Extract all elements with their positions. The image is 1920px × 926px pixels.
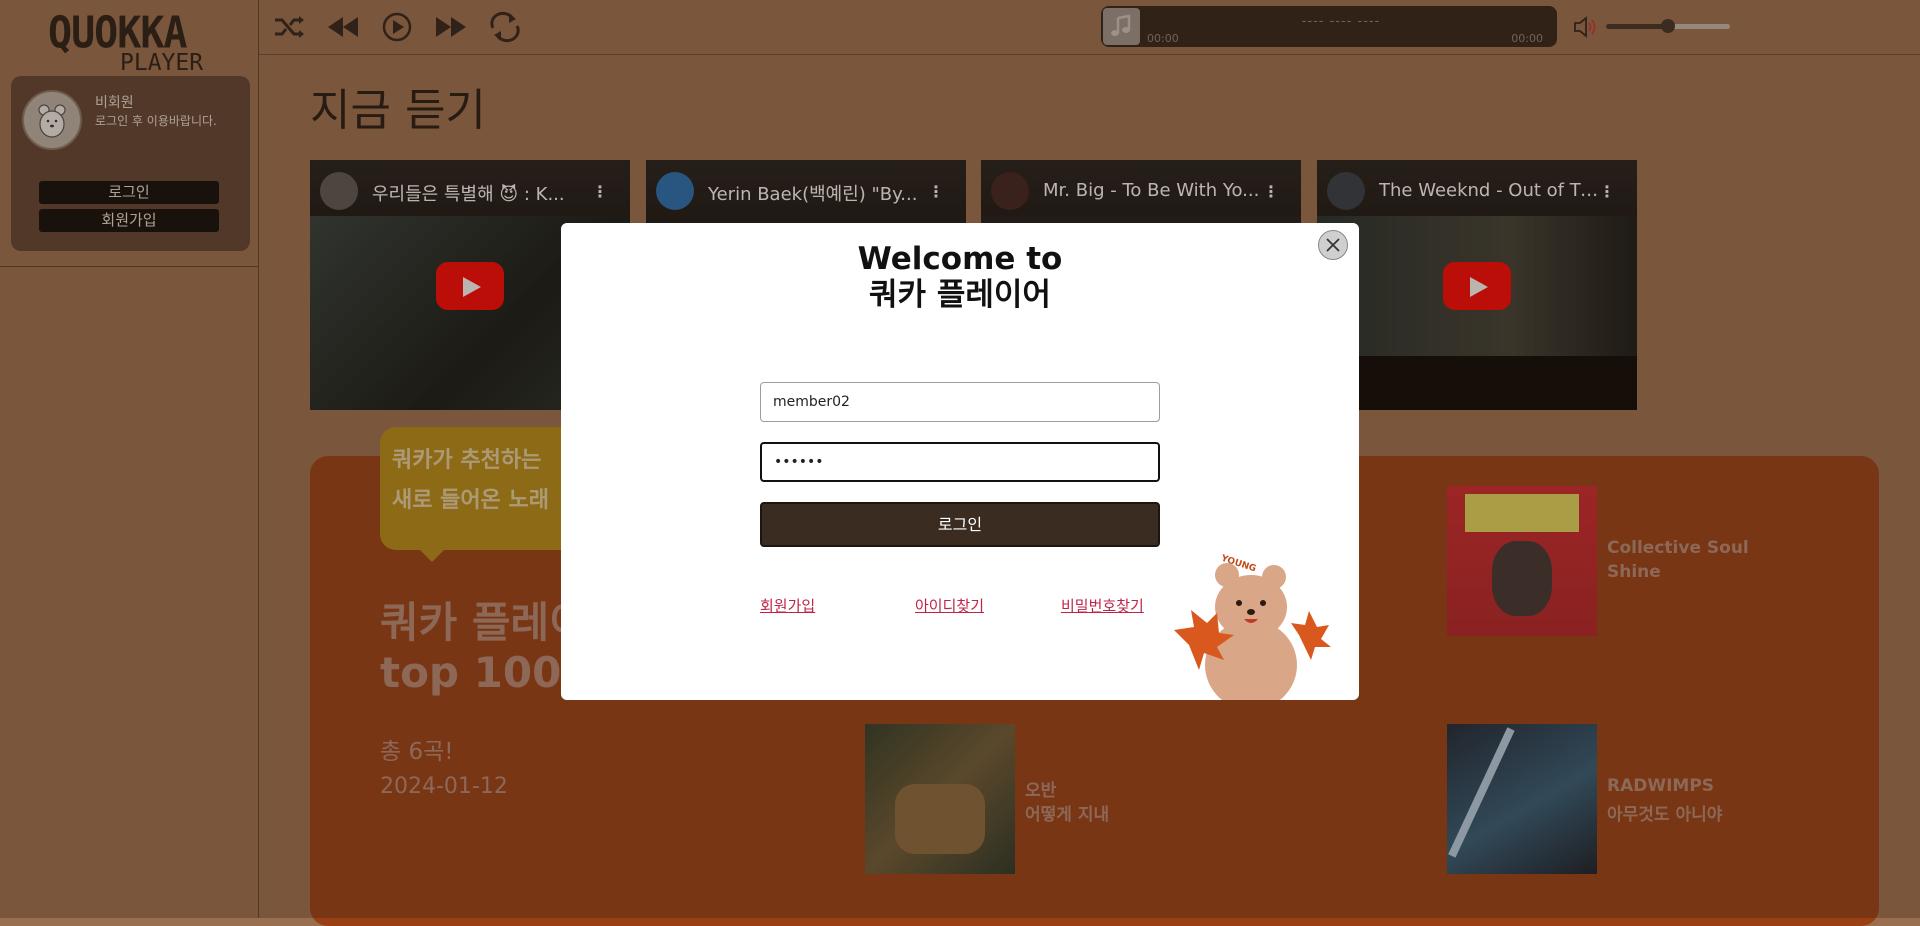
signup-link[interactable]: 회원가입 — [760, 595, 815, 616]
modal-title-line-1: Welcome to — [857, 241, 1063, 277]
id-input[interactable] — [760, 382, 1160, 422]
login-modal: Welcome to 쿼카 플레이어 로그인 회원가입 아이디찾기 비밀번호찾기… — [561, 223, 1359, 700]
password-input[interactable] — [760, 442, 1160, 482]
find-password-link[interactable]: 비밀번호찾기 — [1061, 595, 1144, 616]
login-button[interactable]: 로그인 — [760, 502, 1160, 547]
quokka-mascot-image: YOUNG — [1174, 553, 1331, 700]
modal-title-line-2: 쿼카 플레이어 — [869, 277, 1051, 313]
find-id-link[interactable]: 아이디찾기 — [915, 595, 984, 616]
modal-title: Welcome to 쿼카 플레이어 — [561, 241, 1359, 313]
